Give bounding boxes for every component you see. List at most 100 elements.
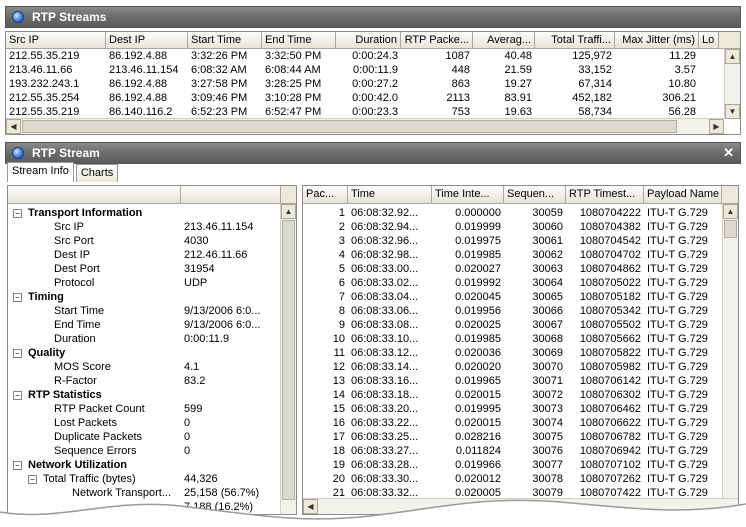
column-header[interactable]: Src IP <box>6 32 106 48</box>
packet-row[interactable]: 17 06:08:33.25... 0.028216 30075 1080706782 I… <box>303 430 738 444</box>
tab-charts[interactable]: Charts <box>75 164 119 182</box>
close-icon[interactable]: ✕ <box>723 145 734 161</box>
packet-row[interactable]: 16 06:08:33.22... 0.020015 30074 1080706622 I… <box>303 416 738 430</box>
column-header[interactable]: End Time <box>262 32 336 48</box>
collapse-toggle-icon[interactable]: − <box>13 390 22 400</box>
streams-horizontal-scrollbar[interactable]: ◀ ▶ <box>6 118 724 134</box>
tree-row[interactable]: Protocol UDP <box>8 276 296 290</box>
packet-cell: 06:08:33.06... <box>351 305 419 317</box>
stream-row[interactable]: 193.232.243.1 86.192.4.88 3:27:58 PM 3:28:2… <box>6 77 740 91</box>
column-header[interactable]: Total Traffi... <box>535 32 615 48</box>
scroll-down-icon[interactable]: ▼ <box>725 104 740 119</box>
stream-info-tree: − Transport Information Src IP 213.46.11.15… <box>7 185 297 515</box>
tree-header-value[interactable] <box>181 186 281 203</box>
tree-row[interactable]: Src Port 4030 <box>8 234 296 248</box>
tree-vertical-scrollbar[interactable]: ▲ <box>280 204 296 514</box>
packet-column-header[interactable]: RTP Timest... <box>566 186 644 203</box>
collapse-toggle-icon[interactable]: − <box>13 208 22 218</box>
stream-cell: 3:27:58 PM <box>191 78 248 90</box>
tab-stream-info[interactable]: Stream Info <box>7 162 74 182</box>
column-header[interactable]: Dest IP <box>106 32 188 48</box>
stream-cell: 86.192.4.88 <box>109 78 168 90</box>
tree-label: RTP Packet Count <box>54 403 145 415</box>
tree-label: Transport Information <box>28 207 143 219</box>
tree-row[interactable]: Lost Packets 0 <box>8 416 296 430</box>
scroll-right-icon[interactable]: ▶ <box>709 119 724 134</box>
column-header[interactable]: Duration <box>336 32 401 48</box>
tree-header-name[interactable] <box>8 186 181 203</box>
packet-row[interactable]: 7 06:08:33.04... 0.020045 30065 1080705182 IT… <box>303 290 738 304</box>
tree-row[interactable]: Duplicate Packets 0 <box>8 430 296 444</box>
tree-row[interactable]: Start Time 9/13/2006 6:0... <box>8 304 296 318</box>
tree-label: R-Factor <box>54 375 97 387</box>
tree-row[interactable]: Duration 0:00:11.9 <box>8 332 296 346</box>
packet-row[interactable]: 11 06:08:33.12... 0.020036 30069 1080705822 I… <box>303 346 738 360</box>
column-header[interactable]: Start Time <box>188 32 262 48</box>
tree-row[interactable]: − Quality <box>8 346 296 360</box>
packet-row[interactable]: 9 06:08:33.08... 0.020025 30067 1080705502 IT… <box>303 318 738 332</box>
collapse-toggle-icon[interactable]: − <box>13 348 22 358</box>
tree-row[interactable]: Dest IP 212.46.11.66 <box>8 248 296 262</box>
column-header[interactable]: RTP Packe... <box>401 32 473 48</box>
stream-row[interactable]: 213.46.11.66 213.46.11.154 6:08:32 AM 6:08:… <box>6 63 740 77</box>
packets-scroll-thumb[interactable] <box>724 220 737 238</box>
scroll-up-icon[interactable]: ▲ <box>281 204 296 219</box>
packet-row[interactable]: 3 06:08:32.96... 0.019975 30061 1080704542 IT… <box>303 234 738 248</box>
tree-row[interactable]: − RTP Statistics <box>8 388 296 402</box>
scroll-left-icon[interactable]: ◀ <box>6 119 21 134</box>
packet-row[interactable]: 12 06:08:33.14... 0.020020 30070 1080705982 I… <box>303 360 738 374</box>
stream-row[interactable]: 212.55.35.219 86.192.4.88 3:32:26 PM 3:32:5… <box>6 49 740 63</box>
tree-row[interactable]: − Timing <box>8 290 296 304</box>
packet-row[interactable]: 19 06:08:33.28... 0.019966 30077 1080707102 I… <box>303 458 738 472</box>
column-header[interactable]: Lo <box>699 32 719 48</box>
tree-label: Src IP <box>54 221 84 233</box>
column-header[interactable]: Averag... <box>473 32 535 48</box>
packet-row[interactable]: 15 06:08:33.20... 0.019995 30073 1080706462 I… <box>303 402 738 416</box>
tree-row[interactable]: − Network Utilization <box>8 458 296 472</box>
tree-row[interactable]: Dest Port 31954 <box>8 262 296 276</box>
packet-column-header[interactable]: Time Inte... <box>432 186 504 203</box>
packet-row[interactable]: 18 06:08:33.27... 0.011824 30076 1080706942 I… <box>303 444 738 458</box>
scroll-up-icon[interactable]: ▲ <box>725 49 740 64</box>
collapse-toggle-icon[interactable]: − <box>13 460 22 470</box>
scroll-up-icon[interactable]: ▲ <box>723 204 738 219</box>
tree-value: 212.46.11.66 <box>184 249 248 261</box>
tree-value: 213.46.11.154 <box>184 221 254 233</box>
tree-row[interactable]: Sequence Errors 0 <box>8 444 296 458</box>
packet-row[interactable]: 6 06:08:33.02... 0.019992 30064 1080705022 IT… <box>303 276 738 290</box>
packet-row[interactable]: 4 06:08:32.98... 0.019985 30062 1080704702 IT… <box>303 248 738 262</box>
packet-row[interactable]: 13 06:08:33.16... 0.019965 30071 1080706142 I… <box>303 374 738 388</box>
packet-cell: ITU-T G.729 <box>647 431 708 443</box>
torn-edge-decoration <box>0 499 746 527</box>
packets-vertical-scrollbar[interactable]: ▲ <box>722 204 738 502</box>
streams-hscroll-thumb[interactable] <box>22 120 677 133</box>
packet-cell: 0.020025 <box>455 319 501 331</box>
packet-column-header[interactable]: Time <box>348 186 432 203</box>
packet-cell: 06:08:33.10... <box>351 333 419 345</box>
tree-row[interactable]: − Transport Information <box>8 206 296 220</box>
packet-row[interactable]: 1 06:08:32.92... 0.000000 30059 1080704222 IT… <box>303 206 738 220</box>
collapse-toggle-icon[interactable]: − <box>13 292 22 302</box>
tree-row[interactable]: RTP Packet Count 599 <box>8 402 296 416</box>
packet-row[interactable]: 14 06:08:33.18... 0.020015 30072 1080706302 I… <box>303 388 738 402</box>
packet-cell: 30061 <box>532 235 563 247</box>
tree-value: 9/13/2006 6:0... <box>184 305 261 317</box>
tree-row[interactable]: MOS Score 4.1 <box>8 360 296 374</box>
packet-cell: 0.020015 <box>455 389 501 401</box>
stream-row[interactable]: 212.55.35.219 86.140.116.2 6:52:23 PM 6:52:… <box>6 105 740 119</box>
packet-column-header[interactable]: Payload Name <box>644 186 722 203</box>
tree-row[interactable]: Src IP 213.46.11.154 <box>8 220 296 234</box>
column-header[interactable]: Max Jitter (ms) <box>615 32 699 48</box>
packet-row[interactable]: 8 06:08:33.06... 0.019956 30066 1080705342 IT… <box>303 304 738 318</box>
packet-column-header[interactable]: Sequen... <box>504 186 566 203</box>
packet-column-header[interactable]: Pac... <box>303 186 348 203</box>
tree-row[interactable]: End Time 9/13/2006 6:0... <box>8 318 296 332</box>
stream-cell: 212.55.35.254 <box>9 92 80 104</box>
stream-row[interactable]: 212.55.35.254 86.192.4.88 3:09:46 PM 3:10:2… <box>6 91 740 105</box>
tree-scroll-thumb[interactable] <box>282 220 295 500</box>
packet-row[interactable]: 2 06:08:32.94... 0.019999 30060 1080704382 IT… <box>303 220 738 234</box>
tree-row[interactable]: R-Factor 83.2 <box>8 374 296 388</box>
streams-vertical-scrollbar[interactable]: ▲ ▼ <box>724 49 740 119</box>
packet-row[interactable]: 5 06:08:33.00... 0.020027 30063 1080704862 IT… <box>303 262 738 276</box>
packet-row[interactable]: 10 06:08:33.10... 0.019985 30068 1080705662 I… <box>303 332 738 346</box>
